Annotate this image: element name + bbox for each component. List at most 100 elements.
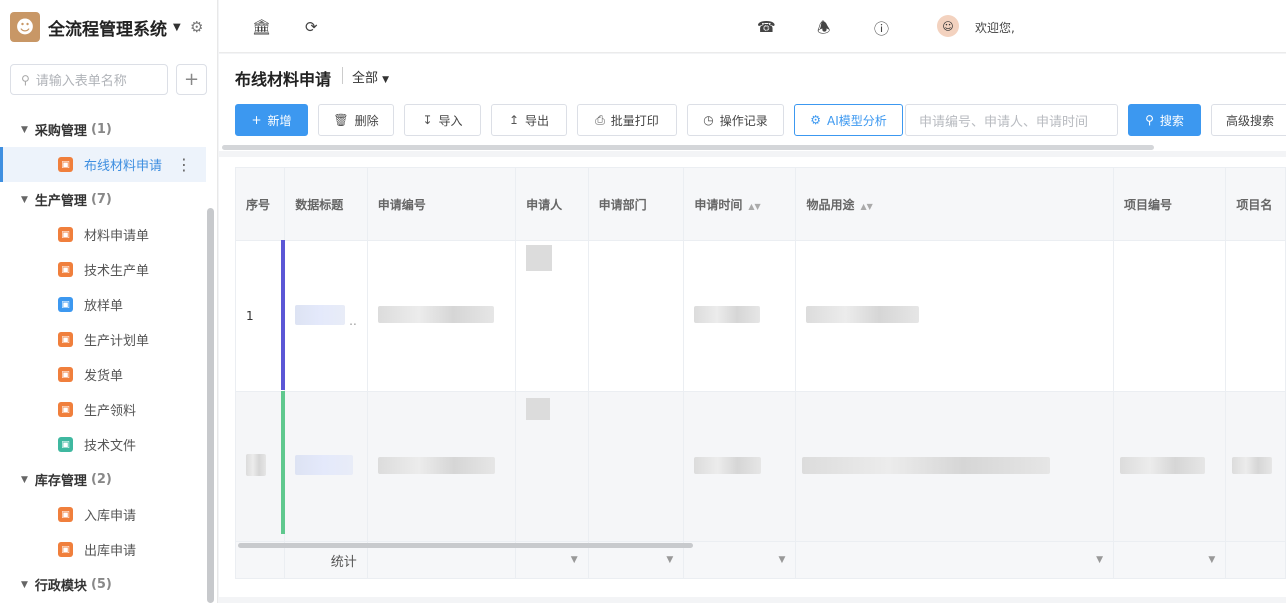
- record-search-input[interactable]: 申请编号、申请人、申请时间: [905, 104, 1118, 136]
- operation-log-label: 操作记录: [719, 113, 768, 128]
- redacted-value: [1120, 456, 1206, 474]
- app-title: 全流程管理系统: [48, 19, 167, 40]
- cell-usage: [795, 391, 1115, 542]
- bell-icon[interactable]: 🕭: [817, 18, 830, 43]
- more-vertical-icon[interactable]: ⋮: [176, 155, 192, 174]
- group-production[interactable]: ▼ 生产管理 (7): [0, 182, 206, 217]
- group-count: (1): [90, 122, 112, 137]
- col-header-project-name[interactable]: 项目名: [1225, 167, 1286, 241]
- sort-icon[interactable]: ▲▼: [748, 202, 760, 211]
- cell-title[interactable]: [284, 391, 368, 542]
- sidebar-item-wiring-material[interactable]: ▣ 布线材料申请 ⋮: [0, 147, 206, 182]
- redacted-value: [694, 306, 761, 323]
- sidebar-header[interactable]: ☻ 全流程管理系统 ▼: [0, 0, 217, 54]
- caret-down-icon[interactable]: ▼: [1208, 555, 1215, 565]
- col-header-request-time[interactable]: 申请时间 ▲▼: [683, 167, 797, 241]
- cell-index: 1: [234, 240, 286, 392]
- col-header-department[interactable]: 申请部门: [587, 167, 685, 241]
- export-button[interactable]: ↥ 导出: [491, 104, 567, 136]
- table-row[interactable]: 1 ..: [234, 240, 1286, 392]
- sidebar-item-material-request[interactable]: ▣ 材料申请单: [0, 217, 206, 252]
- printer-icon: ⎙: [595, 112, 605, 127]
- bank-icon[interactable]: 🏛: [252, 18, 271, 36]
- headset-icon[interactable]: ☎: [757, 18, 776, 36]
- ellipsis: ..: [349, 313, 357, 328]
- form-icon: ▣: [58, 437, 73, 452]
- col-header-applicant[interactable]: 申请人: [515, 167, 589, 241]
- table-row[interactable]: [234, 391, 1286, 542]
- toolbar-scrollbar[interactable]: [222, 145, 1154, 150]
- page-title: 布线材料申请: [235, 70, 332, 89]
- caret-down-icon[interactable]: ▼: [666, 555, 673, 565]
- ai-analysis-button[interactable]: ⚙ AI模型分析: [794, 104, 903, 136]
- sidebar-item-shipping[interactable]: ▣ 发货单: [0, 357, 206, 392]
- table-scrollbar[interactable]: [238, 543, 693, 548]
- upload-icon: ↥: [508, 113, 520, 127]
- cell-request-no: [366, 240, 517, 392]
- sidebar-item-tech-production[interactable]: ▣ 技术生产单: [0, 252, 206, 287]
- sidebar-item-production-plan[interactable]: ▣ 生产计划单: [0, 322, 206, 357]
- caret-down-icon[interactable]: ▼: [779, 555, 786, 565]
- sort-icon[interactable]: ▲▼: [860, 202, 872, 211]
- gear-icon[interactable]: ⚙: [190, 18, 203, 36]
- title-link[interactable]: [295, 304, 346, 325]
- delete-button[interactable]: 🗑 删除: [318, 104, 394, 136]
- form-search-input[interactable]: ⚲ 请输入表单名称: [10, 64, 168, 95]
- sidebar-scrollbar[interactable]: [207, 208, 214, 603]
- group-inventory[interactable]: ▼ 库存管理 (2): [0, 462, 206, 497]
- col-header-request-no[interactable]: 申请编号: [366, 167, 517, 241]
- form-icon: ▣: [58, 507, 73, 522]
- stat-cell[interactable]: ▼: [683, 541, 797, 579]
- stat-cell[interactable]: ▼: [1113, 541, 1227, 579]
- caret-down-icon: ▼: [21, 124, 28, 135]
- col-header-index[interactable]: 序号: [234, 167, 286, 241]
- stat-cell[interactable]: ▼: [795, 541, 1115, 579]
- group-count: (7): [90, 192, 112, 207]
- sidebar-item-label: 布线材料申请: [84, 159, 163, 174]
- caret-down-icon[interactable]: ▼: [571, 555, 578, 565]
- col-header-usage[interactable]: 物品用途 ▲▼: [795, 167, 1115, 241]
- redacted-value: [1232, 456, 1273, 474]
- col-header-title[interactable]: 数据标题: [284, 167, 368, 241]
- caret-down-icon: ▼: [21, 474, 28, 485]
- batch-print-button[interactable]: ⎙ 批量打印: [577, 104, 677, 136]
- row-status-bar: [281, 391, 285, 534]
- cell-request-time: [683, 391, 797, 542]
- operation-log-button[interactable]: ◷ 操作记录: [687, 104, 784, 136]
- col-header-project-no[interactable]: 项目编号: [1113, 167, 1227, 241]
- new-button[interactable]: + 新增: [235, 104, 308, 136]
- import-button[interactable]: ↧ 导入: [404, 104, 481, 136]
- view-filter-dropdown[interactable]: 全部 ▼: [352, 67, 389, 86]
- export-button-label: 导出: [525, 113, 550, 128]
- sidebar-item-production-picking[interactable]: ▣ 生产领料: [0, 392, 206, 427]
- download-icon: ↧: [422, 113, 433, 127]
- group-label: 行政模块: [34, 579, 87, 594]
- form-icon: ▣: [58, 297, 73, 312]
- group-label: 生产管理: [34, 194, 87, 209]
- caret-down-icon[interactable]: ▼: [1096, 555, 1103, 565]
- help-icon[interactable]: ⓘ: [874, 18, 889, 39]
- sidebar-item-stock-in[interactable]: ▣ 入库申请: [0, 497, 206, 532]
- cell-department: [587, 240, 685, 392]
- applicant-avatar: [526, 245, 553, 271]
- cell-project-name: [1225, 391, 1286, 542]
- search-button[interactable]: ⚲ 搜索: [1128, 104, 1201, 136]
- sidebar-item-label: 生产计划单: [84, 334, 150, 349]
- title-link[interactable]: [295, 455, 354, 475]
- cell-project-name: [1225, 240, 1286, 392]
- sidebar-item-tech-docs[interactable]: ▣ 技术文件: [0, 427, 206, 462]
- add-form-button[interactable]: +: [176, 64, 207, 95]
- refresh-icon[interactable]: ⟳: [305, 18, 318, 36]
- col-header-label: 申请时间: [694, 197, 743, 212]
- caret-down-icon[interactable]: ▼: [173, 22, 181, 33]
- sidebar-item-lofting[interactable]: ▣ 放样单: [0, 287, 206, 322]
- group-admin[interactable]: ▼ 行政模块 (5): [0, 567, 206, 602]
- sidebar-item-stock-out[interactable]: ▣ 出库申请: [0, 532, 206, 567]
- avatar[interactable]: ☺: [937, 15, 959, 37]
- group-purchase[interactable]: ▼ 采购管理 (1): [0, 112, 206, 147]
- trash-icon: 🗑: [333, 113, 349, 127]
- welcome-text[interactable]: 欢迎您,: [975, 19, 1015, 36]
- cell-title[interactable]: ..: [284, 240, 368, 392]
- advanced-search-button[interactable]: 高级搜索: [1211, 104, 1286, 136]
- sidebar-item-label: 技术生产单: [84, 264, 150, 279]
